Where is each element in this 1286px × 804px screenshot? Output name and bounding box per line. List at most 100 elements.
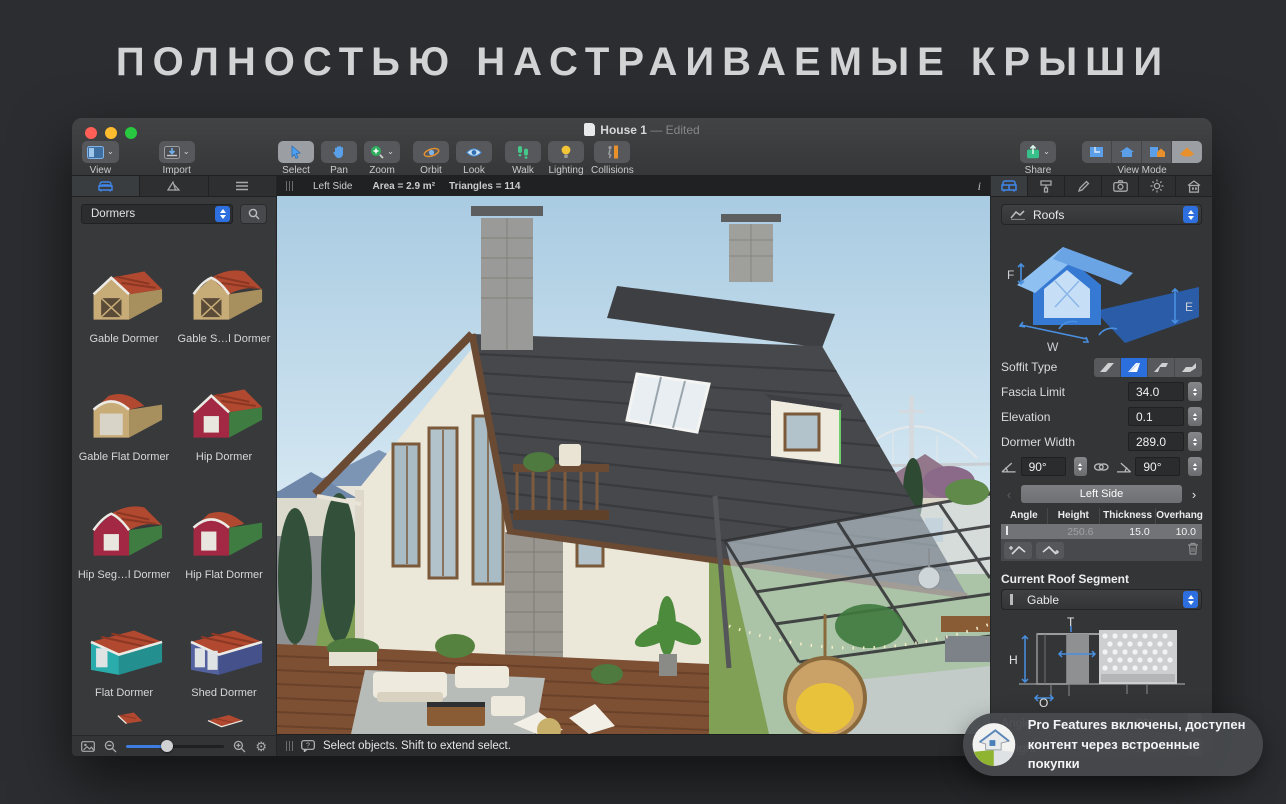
- slider-knob[interactable]: [161, 740, 173, 752]
- image-view-icon[interactable]: [81, 741, 95, 752]
- angle-left-field[interactable]: 90°: [1021, 457, 1066, 476]
- sun-icon: [1150, 179, 1164, 193]
- hint-bubble-icon: ?: [301, 740, 315, 752]
- triangles-readout: Triangles = 114: [449, 181, 520, 192]
- list-item[interactable]: Flat Dormer: [74, 589, 174, 707]
- viewport-info-bar: Left Side Area = 2.9 m² Triangles = 114 …: [277, 176, 990, 196]
- elevation-icon: [1119, 146, 1135, 158]
- fascia-limit-stepper[interactable]: [1188, 382, 1202, 401]
- diagram-label-t: T: [1067, 615, 1075, 629]
- lighting-tool[interactable]: Lighting: [548, 141, 584, 176]
- zoom-tool[interactable]: ⌄ Zoom: [364, 141, 400, 176]
- dormer-width-stepper[interactable]: [1188, 432, 1202, 451]
- panel-drag-handle[interactable]: [286, 181, 293, 191]
- col-height[interactable]: Height: [1047, 508, 1099, 524]
- list-item[interactable]: Hip Flat Dormer: [174, 471, 274, 589]
- library-grid: Gable Dormer Gable S…l Dormer Gable Flat…: [72, 231, 276, 735]
- dormer-thumbnail: [183, 260, 265, 326]
- view-tool[interactable]: ⌄ View: [82, 141, 119, 176]
- tab-materials[interactable]: [140, 176, 208, 196]
- eye-icon: [466, 147, 482, 158]
- import-tool[interactable]: ⌄ Import: [159, 141, 195, 176]
- view-mode-2d-plan[interactable]: [1082, 141, 1112, 163]
- diagram-label-f: F: [1007, 268, 1014, 282]
- category-dropdown[interactable]: Dormers: [81, 204, 233, 224]
- tab-edit[interactable]: [1065, 176, 1102, 196]
- roof-side-navigator: ‹ Left Side ›: [1001, 484, 1202, 504]
- next-side-button[interactable]: ›: [1186, 487, 1202, 502]
- tab-objects[interactable]: [72, 176, 140, 196]
- camera-icon: [1113, 180, 1128, 192]
- soffit-option-3[interactable]: [1148, 358, 1175, 377]
- collisions-tool[interactable]: Collisions: [591, 141, 634, 176]
- col-thickness[interactable]: Thickness: [1099, 508, 1155, 524]
- split-view-icon: [1149, 146, 1165, 158]
- zoom-plus-icon: [370, 145, 384, 159]
- search-button[interactable]: [240, 204, 267, 224]
- view-mode-elevation[interactable]: [1112, 141, 1142, 163]
- viewport-panel: Left Side Area = 2.9 m² Triangles = 114 …: [277, 176, 991, 756]
- gear-icon[interactable]: ⚙: [255, 740, 267, 753]
- col-overhang[interactable]: Overhang: [1156, 508, 1202, 524]
- share-tool[interactable]: ⌄ Share: [1020, 141, 1056, 176]
- list-item[interactable]: [74, 707, 174, 735]
- segment-type-dropdown[interactable]: Gable: [1001, 589, 1202, 610]
- tab-materials-inspector[interactable]: [1028, 176, 1065, 196]
- add-segment-end-button[interactable]: [1036, 542, 1064, 559]
- elevation-field[interactable]: 0.1: [1128, 407, 1184, 426]
- list-item[interactable]: Gable Flat Dormer: [74, 353, 174, 471]
- info-icon[interactable]: i: [978, 179, 981, 194]
- select-tool[interactable]: Select: [278, 141, 314, 176]
- prev-side-button[interactable]: ‹: [1001, 487, 1017, 502]
- delete-segment-button[interactable]: [1187, 542, 1199, 558]
- elevation-stepper[interactable]: [1188, 407, 1202, 426]
- list-item[interactable]: Gable S…l Dormer: [174, 235, 274, 353]
- import-icon: [164, 146, 180, 159]
- angle-right-stepper[interactable]: [1188, 457, 1202, 476]
- footprints-icon: [517, 146, 529, 159]
- list-item[interactable]: Hip Seg…l Dormer: [74, 471, 174, 589]
- dormer-thumbnail: [183, 496, 265, 562]
- list-item[interactable]: [174, 707, 274, 735]
- view-mode-3d-roof[interactable]: [1172, 141, 1202, 163]
- 3d-viewport[interactable]: [277, 196, 990, 734]
- view-mode-split[interactable]: [1142, 141, 1172, 163]
- slope-angles-row: 90° 90°: [1001, 454, 1202, 479]
- orbit-tool[interactable]: Orbit: [413, 141, 449, 176]
- list-icon: [235, 181, 249, 191]
- list-item[interactable]: Hip Dormer: [174, 353, 274, 471]
- zoom-in-icon[interactable]: [233, 740, 246, 753]
- roofs-category-dropdown[interactable]: Roofs: [1001, 204, 1202, 225]
- roof-icon: [1010, 210, 1026, 220]
- tab-building[interactable]: [1176, 176, 1212, 196]
- soffit-option-4[interactable]: [1175, 358, 1202, 377]
- dormer-width-field[interactable]: 289.0: [1128, 432, 1184, 451]
- angle-right-field[interactable]: 90°: [1135, 457, 1180, 476]
- segment-type-glyph: [1006, 526, 1008, 535]
- link-icon[interactable]: [1093, 462, 1110, 472]
- 3d-scene: [277, 196, 990, 734]
- pan-tool[interactable]: Pan: [321, 141, 357, 176]
- add-segment-start-button[interactable]: [1004, 542, 1032, 559]
- soffit-option-1[interactable]: [1094, 358, 1121, 377]
- list-item[interactable]: Gable Dormer: [74, 235, 174, 353]
- col-angle[interactable]: Angle: [1001, 508, 1047, 524]
- tab-object-properties[interactable]: [991, 176, 1028, 196]
- list-item[interactable]: Shed Dormer: [174, 589, 274, 707]
- look-tool[interactable]: Look: [456, 141, 492, 176]
- fascia-limit-field[interactable]: 34.0: [1128, 382, 1184, 401]
- table-row[interactable]: 250.6 15.0 10.0: [1001, 524, 1202, 539]
- thumbnail-size-slider[interactable]: [126, 745, 224, 748]
- tab-daylight[interactable]: [1139, 176, 1176, 196]
- dormer-thumbnail: [83, 614, 165, 680]
- tab-camera[interactable]: [1102, 176, 1139, 196]
- document-edited-state: — Edited: [650, 123, 699, 137]
- angle-left-stepper[interactable]: [1074, 457, 1088, 476]
- walk-tool[interactable]: Walk: [505, 141, 541, 176]
- soffit-option-2[interactable]: [1121, 358, 1148, 377]
- angle-left-icon: [1001, 461, 1017, 473]
- pro-features-badge: Pro Features включены, доступен контент …: [963, 713, 1263, 776]
- zoom-out-icon[interactable]: [104, 740, 117, 753]
- tab-list[interactable]: [209, 176, 276, 196]
- status-drag-handle[interactable]: [286, 741, 293, 751]
